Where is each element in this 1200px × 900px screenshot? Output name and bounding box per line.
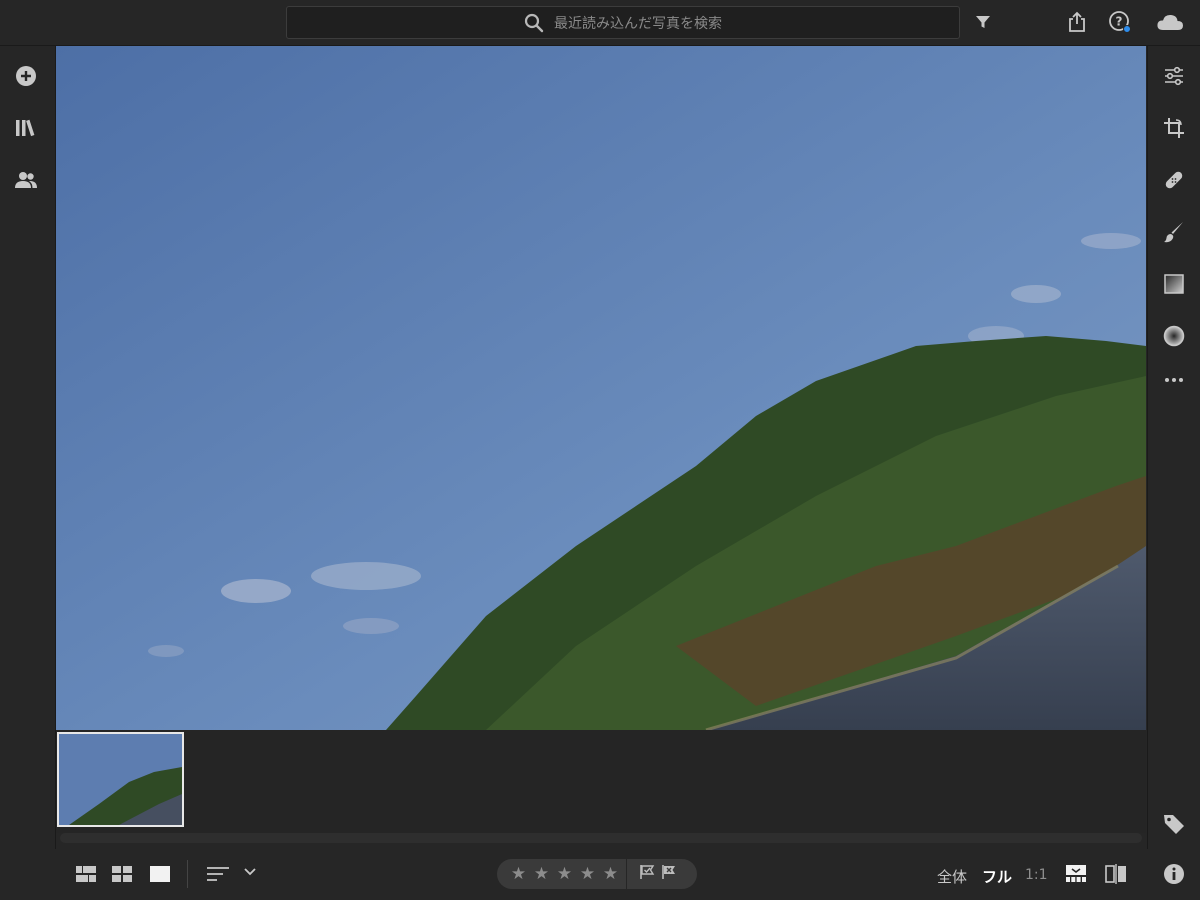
filmstrip-scrollbar[interactable]	[60, 833, 1142, 843]
share-icon[interactable]	[1065, 10, 1089, 34]
rating-divider	[626, 859, 627, 889]
compare-icon[interactable]	[1105, 864, 1127, 884]
photo-preview[interactable]	[56, 46, 1146, 730]
cloud-icon[interactable]	[1155, 10, 1185, 34]
left-sidebar	[0, 46, 56, 849]
star-icon[interactable]: ★	[530, 864, 553, 884]
star-icon[interactable]: ★	[576, 864, 599, 884]
star-icon[interactable]: ★	[507, 864, 530, 884]
chevron-down-icon[interactable]	[244, 867, 256, 877]
single-view-icon[interactable]	[150, 866, 170, 882]
add-photo-icon[interactable]	[14, 64, 38, 88]
filmstrip	[56, 730, 1146, 833]
reject-flag-icon[interactable]	[661, 864, 677, 884]
search-input[interactable]: 最近読み込んだ写真を検索	[286, 6, 960, 39]
brush-icon[interactable]	[1162, 220, 1186, 244]
crop-icon[interactable]	[1162, 116, 1186, 140]
tag-icon[interactable]	[1162, 812, 1186, 836]
info-icon[interactable]	[1162, 862, 1186, 886]
radial-gradient-icon[interactable]	[1162, 324, 1186, 348]
library-icon[interactable]	[14, 116, 38, 140]
sort-icon[interactable]	[207, 866, 229, 882]
svg-text:?: ?	[1116, 15, 1123, 29]
toolbar-divider	[187, 860, 188, 888]
top-bar: 最近読み込んだ写真を検索 ?	[0, 0, 1200, 46]
star-icon[interactable]: ★	[553, 864, 576, 884]
flag-controls	[639, 864, 677, 884]
search-placeholder: 最近読み込んだ写真を検索	[554, 15, 722, 32]
healing-icon[interactable]	[1162, 168, 1186, 192]
square-grid-icon[interactable]	[76, 866, 96, 882]
filmstrip-toggle-icon[interactable]	[1066, 865, 1086, 883]
people-icon[interactable]	[14, 168, 38, 192]
zoom-fit-button[interactable]: 全体	[937, 866, 967, 887]
edit-sliders-icon[interactable]	[1162, 64, 1186, 88]
filmstrip-thumbnail[interactable]	[57, 732, 184, 827]
search-icon	[524, 13, 544, 32]
zoom-fill-button[interactable]: フル	[982, 866, 1012, 887]
more-icon[interactable]	[1162, 368, 1186, 392]
filter-icon[interactable]	[971, 10, 995, 34]
rating-flag-control: ★ ★ ★ ★ ★	[497, 859, 697, 889]
right-sidebar	[1147, 46, 1200, 884]
grid-icon[interactable]	[112, 866, 132, 882]
pick-flag-icon[interactable]	[639, 864, 655, 884]
linear-gradient-icon[interactable]	[1162, 272, 1186, 296]
star-rating: ★ ★ ★ ★ ★	[507, 864, 622, 884]
help-icon[interactable]: ?	[1108, 10, 1132, 34]
zoom-one-to-one-button[interactable]: 1:1	[1025, 867, 1048, 883]
star-icon[interactable]: ★	[599, 864, 622, 884]
